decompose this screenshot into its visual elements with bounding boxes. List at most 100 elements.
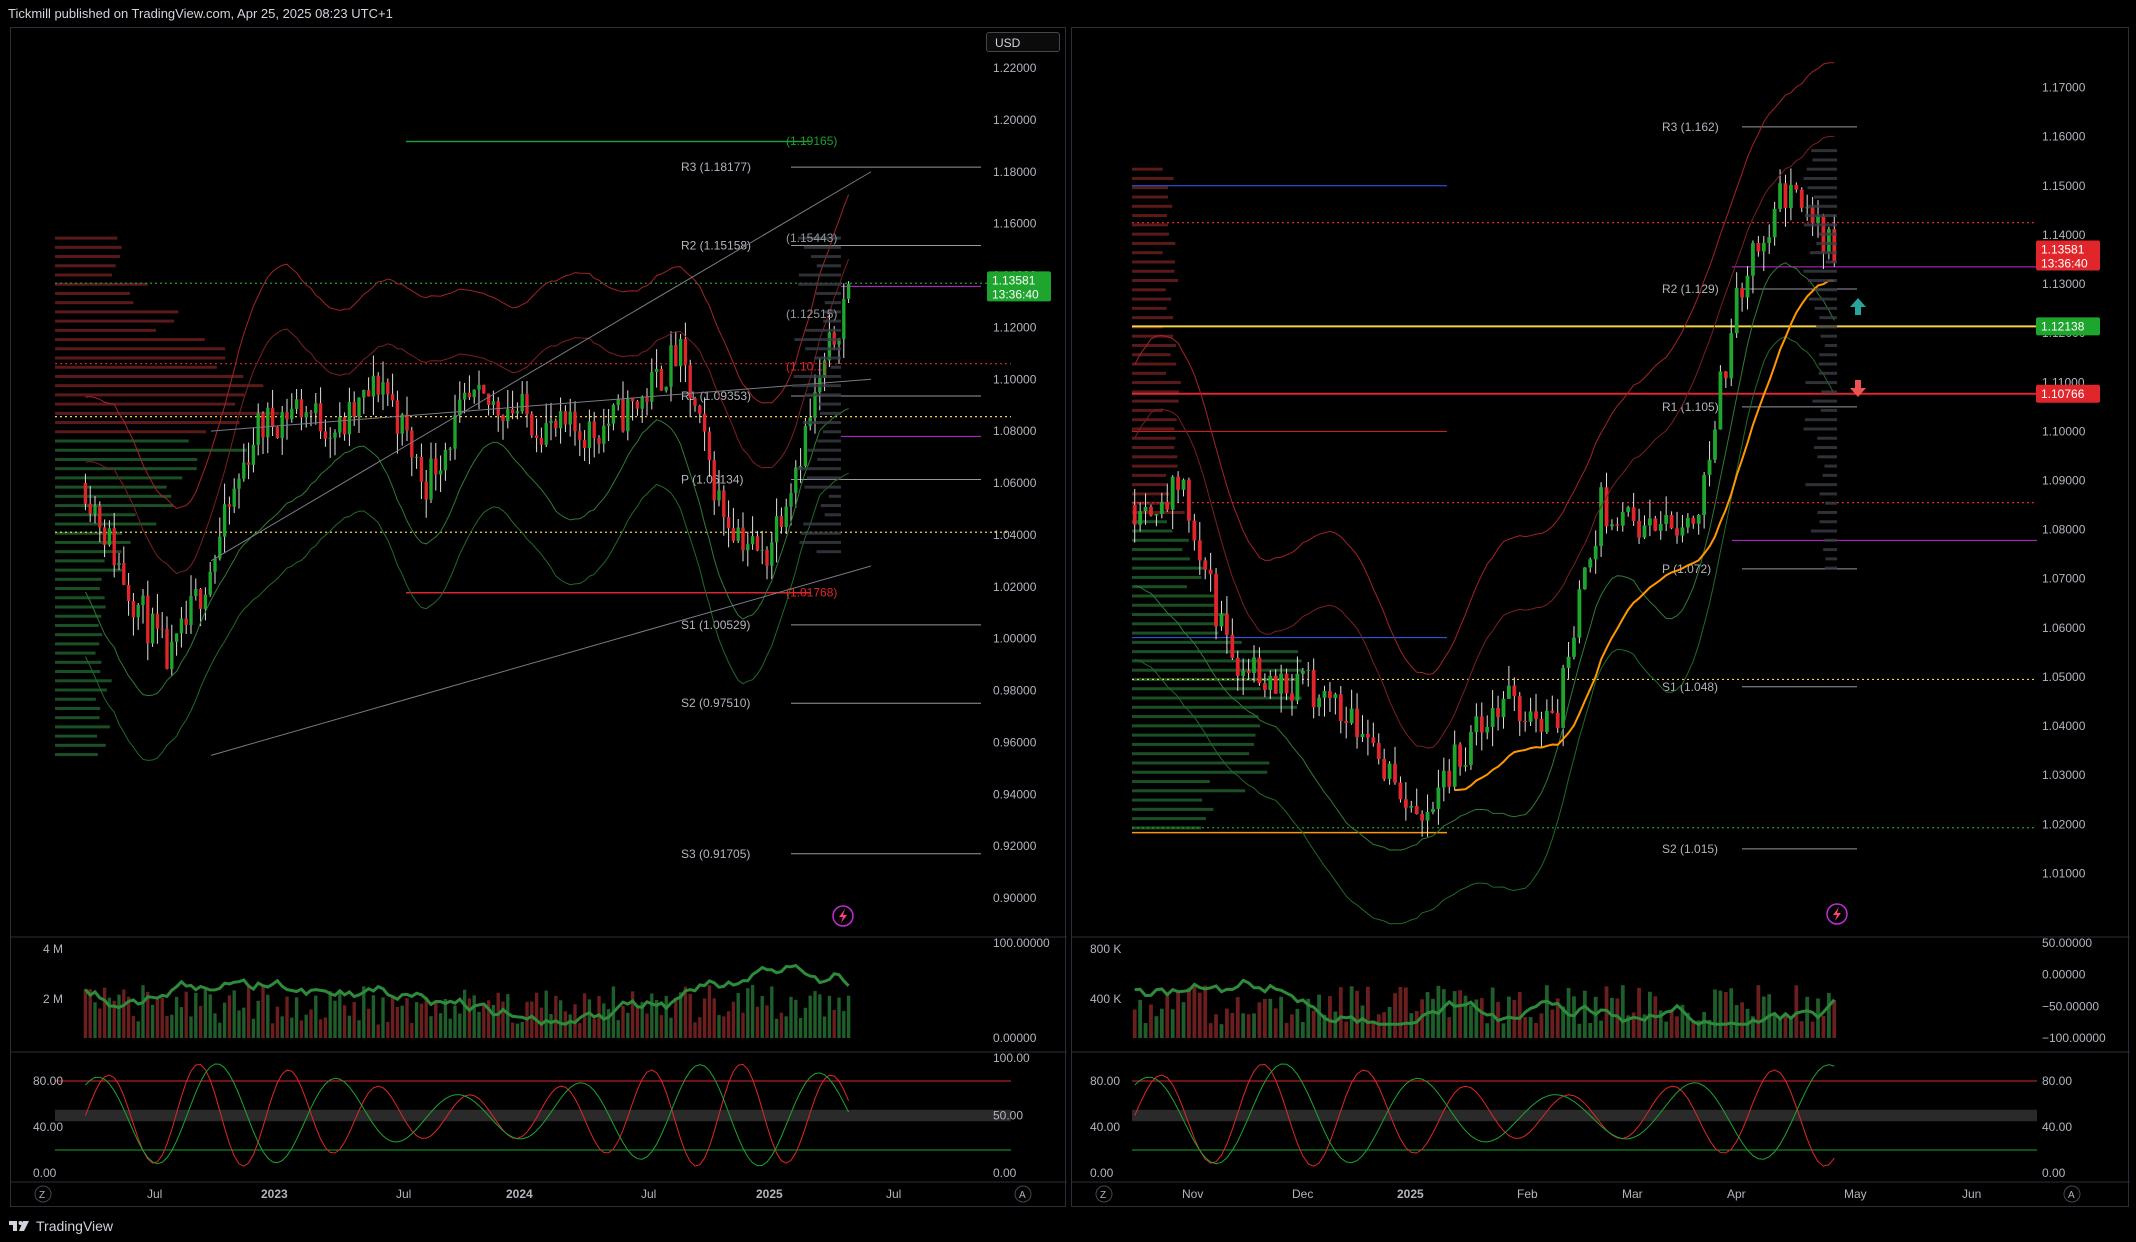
volume-bar <box>1778 1018 1782 1038</box>
volume-bar <box>798 1017 803 1038</box>
volume-profile-bar <box>1132 807 1214 811</box>
chart-panel-right[interactable]: 1.170001.160001.150001.140001.130001.120… <box>1071 27 2130 1208</box>
volume-bar <box>1333 1011 1338 1038</box>
candle-body <box>1376 743 1381 759</box>
volume-bar <box>429 1016 433 1038</box>
session-volume-profile-bar <box>817 457 841 461</box>
volume-profile-bar <box>1132 724 1261 728</box>
volume-bar <box>203 989 208 1038</box>
candle-body <box>606 423 611 426</box>
volume-bar <box>779 1012 784 1038</box>
volume-bar <box>558 1000 563 1038</box>
volume-profile-bar <box>55 753 98 757</box>
volume-bar <box>1403 987 1408 1038</box>
volume-bar <box>659 1015 664 1038</box>
session-volume-profile-bar <box>816 550 841 554</box>
stochastic-axis-label: 40.00 <box>2042 1120 2072 1134</box>
volume-profile-bar <box>1132 316 1174 320</box>
volume-bar <box>1262 998 1267 1038</box>
volume-axis-label: 2 M <box>43 992 63 1006</box>
candle-body <box>712 460 716 501</box>
volume-bar <box>520 1021 524 1038</box>
fib-level-label: (1.15443) <box>786 231 837 245</box>
volume-bar <box>822 1016 827 1038</box>
volume-bar <box>1187 987 1191 1038</box>
candle-body <box>1441 770 1446 788</box>
volume-profile-bar <box>55 236 118 240</box>
volume-profile-bar <box>1132 761 1270 765</box>
price-axis-label: 1.10000 <box>993 372 1037 386</box>
volume-profile-bar <box>1132 659 1302 663</box>
candle-body <box>189 595 193 626</box>
candle-body <box>1761 242 1766 252</box>
candle-body <box>1187 479 1191 521</box>
volume-profile-bar <box>1132 204 1173 208</box>
pivot-label: S3 (0.91705) <box>681 847 750 861</box>
volume-bar <box>386 1021 390 1038</box>
volume-profile-bar <box>1132 306 1167 310</box>
volume-bar <box>1338 987 1343 1038</box>
price-axis-label: 1.22000 <box>993 61 1037 75</box>
session-volume-profile-bar <box>1819 316 1837 320</box>
tradingview-logo-icon <box>9 1221 29 1231</box>
price-tag-value: 1.13581 <box>992 273 1036 287</box>
candle-body <box>1273 675 1278 694</box>
candle-body <box>1371 737 1376 744</box>
volume-profile-bar <box>1132 251 1163 255</box>
candle-body <box>1604 487 1609 527</box>
price-axis-label: 1.08000 <box>993 424 1037 438</box>
candle-body <box>534 435 539 439</box>
volume-bar <box>237 1010 241 1038</box>
volume-bar <box>1284 1022 1289 1038</box>
session-volume-profile-bar <box>1822 473 1837 477</box>
candle-body <box>1311 669 1316 708</box>
candle-body <box>462 392 467 400</box>
stochastic-axis-label: 80.00 <box>33 1074 63 1088</box>
chart-right-svg[interactable]: 1.170001.160001.150001.140001.130001.120… <box>1072 28 2130 1208</box>
candle-body <box>602 425 606 444</box>
candle-body <box>1268 675 1273 691</box>
volume-bar <box>170 1014 174 1038</box>
volume-bar <box>1577 1023 1582 1038</box>
candle-body <box>784 506 788 527</box>
pivot-label: R2 (1.15158) <box>681 238 751 252</box>
session-volume-profile-bar <box>817 439 841 443</box>
volume-bar <box>246 985 251 1038</box>
volume-profile-bar <box>55 328 156 332</box>
candle-body <box>1170 476 1175 510</box>
candle-body <box>246 462 251 465</box>
volume-bar <box>827 995 832 1038</box>
chart-left-svg[interactable]: 1.220001.200001.180001.160001.140001.120… <box>11 28 1067 1208</box>
session-volume-profile-bar <box>1821 390 1837 394</box>
candle-body <box>736 527 740 541</box>
candle-body <box>328 437 332 439</box>
volume-profile-bar <box>55 559 105 563</box>
price-axis-label: 1.17000 <box>2042 81 2086 95</box>
candle-body <box>93 505 97 514</box>
candle-body <box>630 398 635 402</box>
price-axis-label: 1.02000 <box>993 580 1037 594</box>
price-axis-label: 1.20000 <box>993 113 1037 127</box>
candle-body <box>438 470 443 475</box>
price-axis-label: 0.98000 <box>993 684 1037 698</box>
price-tag-value: 1.10766 <box>2041 387 2085 401</box>
volume-bar <box>1458 990 1462 1038</box>
volume-profile-bar <box>1132 557 1190 561</box>
chart-panel-left[interactable]: 1.220001.200001.180001.160001.140001.120… <box>10 27 1067 1208</box>
candle-body <box>640 396 644 409</box>
currency-selector[interactable]: USD <box>986 32 1060 52</box>
volume-bar <box>717 1014 721 1038</box>
volume-profile-bar <box>1132 279 1179 283</box>
candle-body <box>1539 718 1544 732</box>
candle-body <box>1772 208 1777 238</box>
pivot-label: S2 (1.015) <box>1662 842 1718 856</box>
volume-bar <box>1637 987 1641 1038</box>
candle-body <box>434 458 438 475</box>
lightning-bolt <box>839 909 847 923</box>
volume-bar <box>323 1017 328 1038</box>
volume-bar <box>1170 1009 1175 1038</box>
session-volume-profile-bar <box>791 384 841 388</box>
volume-profile-bar <box>1132 288 1166 292</box>
volume-bar <box>515 1023 520 1038</box>
candle-body <box>1799 189 1804 208</box>
